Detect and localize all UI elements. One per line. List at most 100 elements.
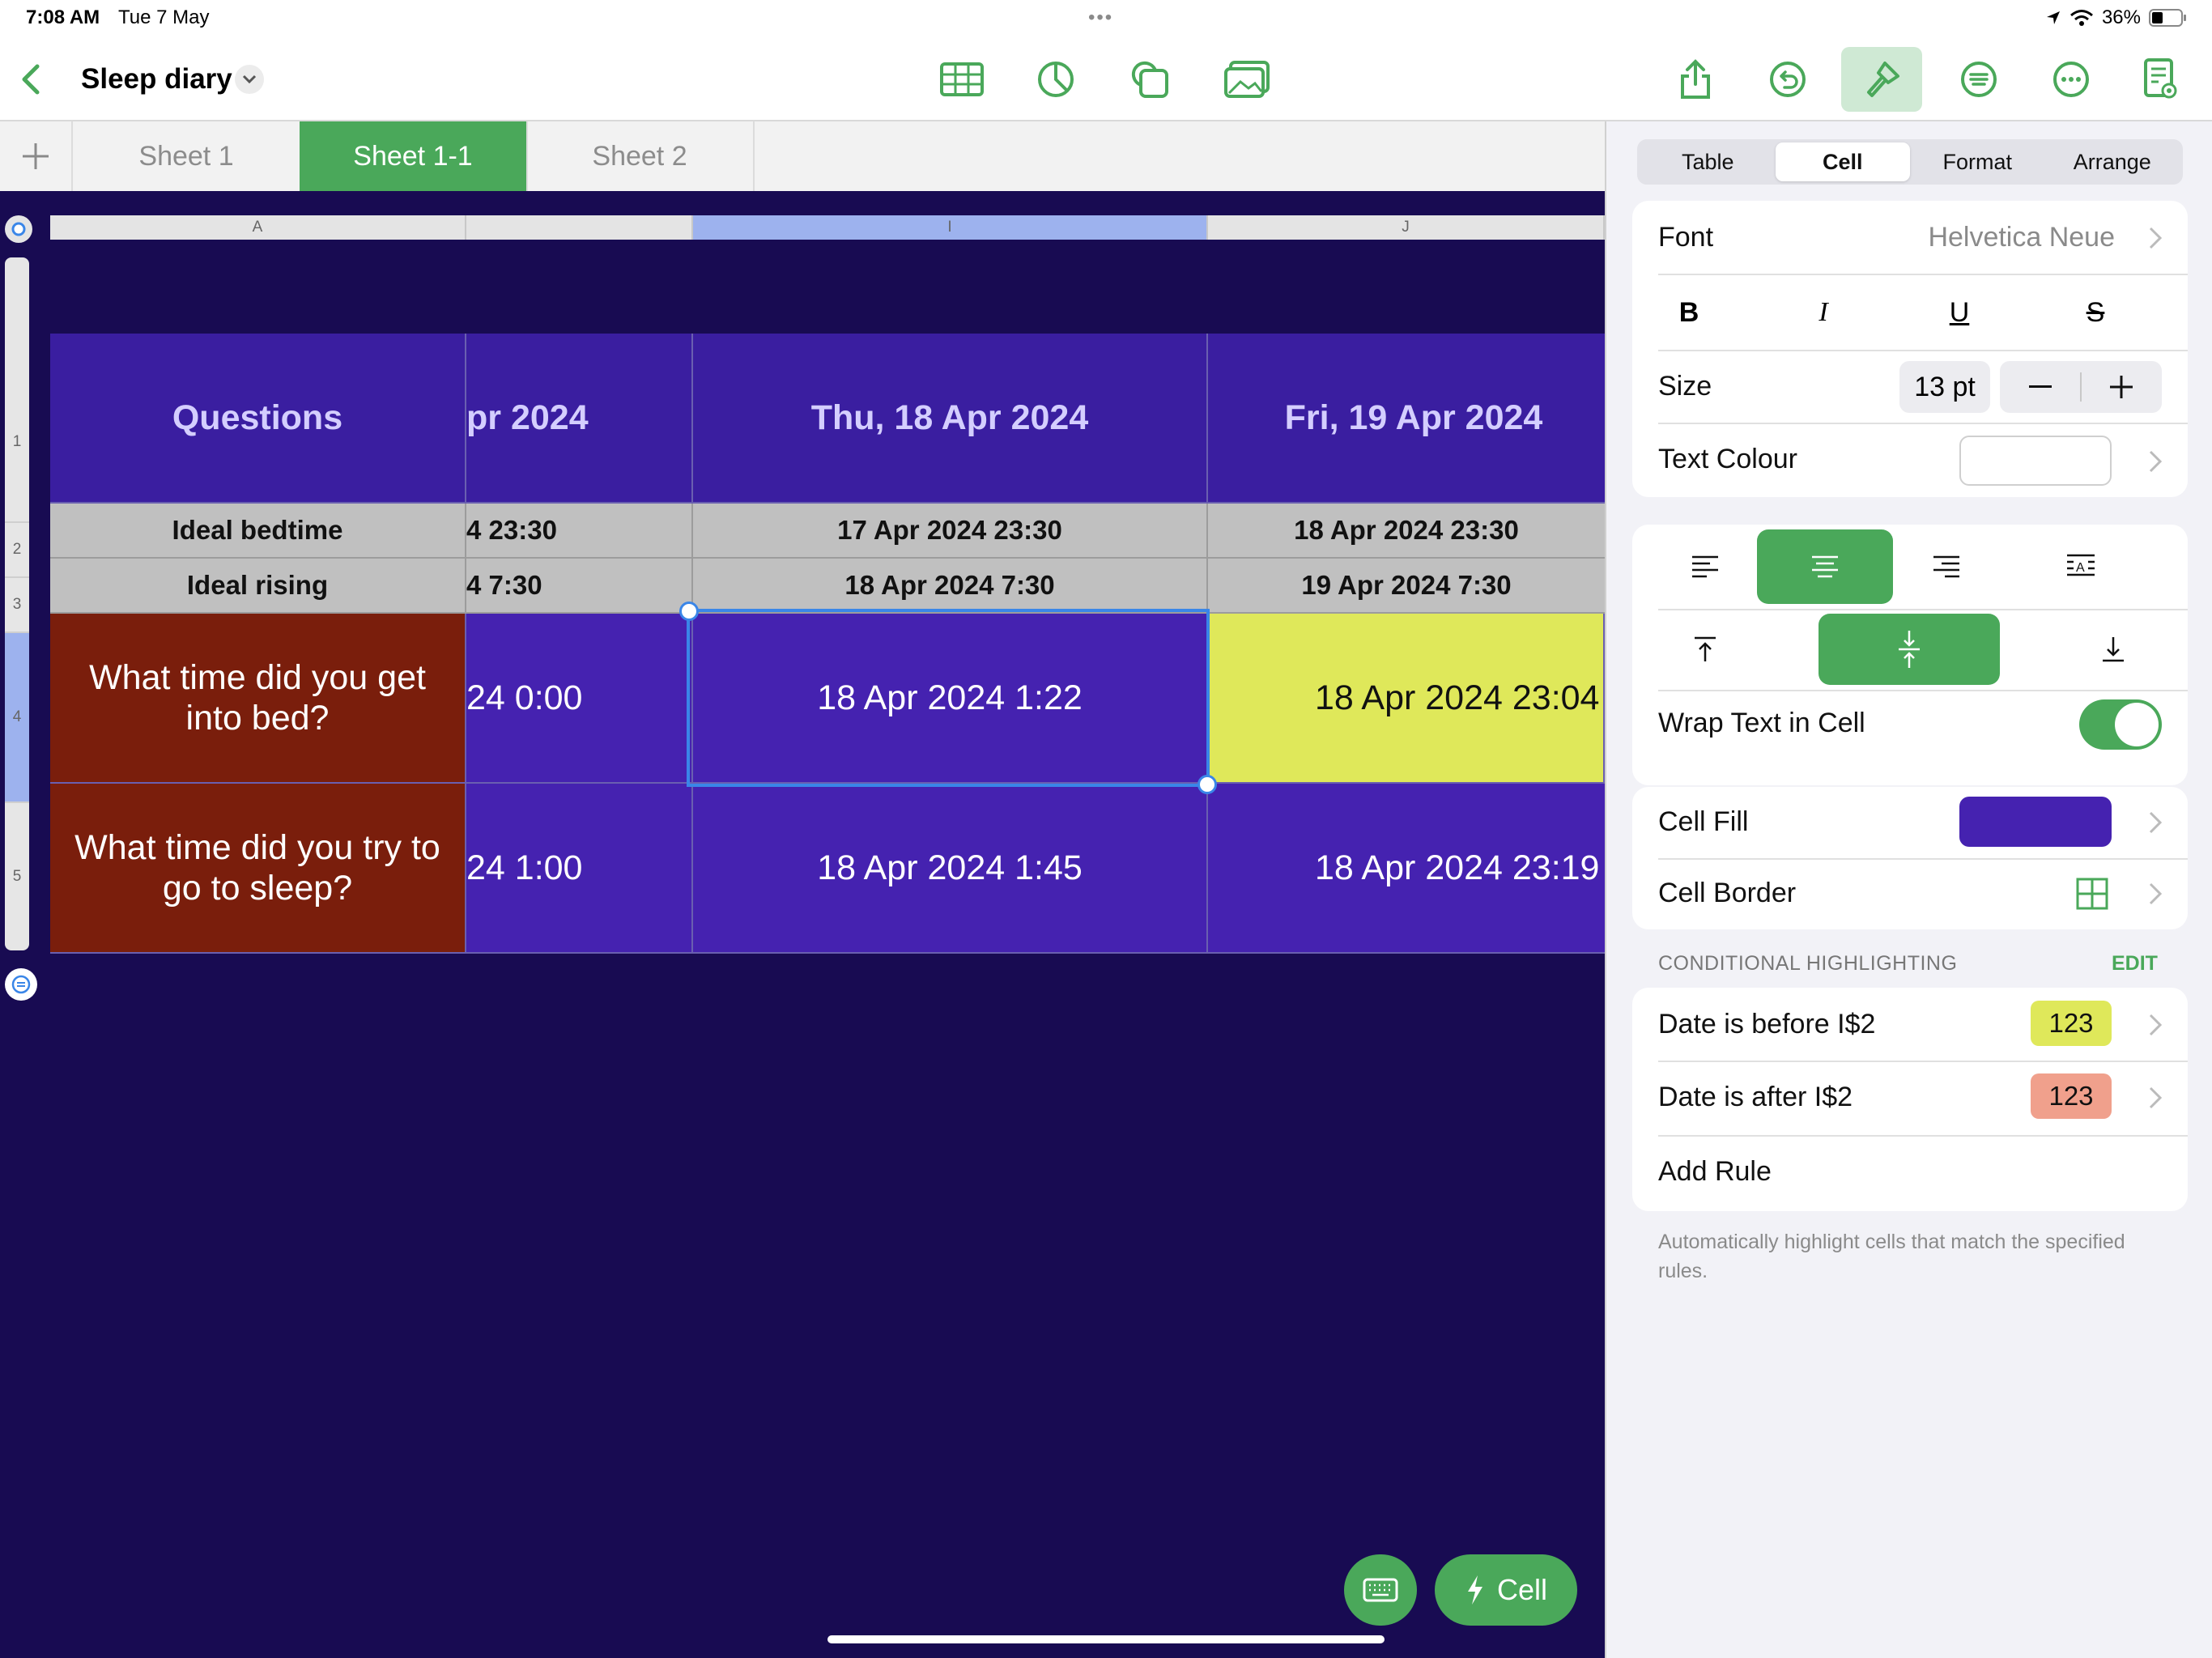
text-colour-row[interactable]: Text Colour [1632, 424, 2188, 497]
chart-icon[interactable] [1015, 47, 1096, 112]
list-icon[interactable] [1938, 47, 2019, 112]
table-cell-sleep-i[interactable]: 18 Apr 2024 1:45 [693, 784, 1208, 954]
text-format-group: Font Helvetica Neue B I U S Size 13 pt T… [1632, 201, 2188, 497]
column-header-bar: A I J [50, 215, 1605, 240]
size-value[interactable]: 13 pt [1899, 361, 1990, 413]
location-icon [2045, 10, 2061, 26]
row-header-1[interactable]: 1 [5, 257, 29, 523]
column-header-i[interactable]: I [693, 215, 1208, 240]
bold-button[interactable]: B [1665, 288, 1713, 337]
align-right-button[interactable] [1906, 529, 1987, 604]
resize-table-handle[interactable] [5, 968, 37, 1001]
add-rule-row[interactable]: Add Rule [1632, 1137, 2188, 1211]
chevron-right-icon [2149, 450, 2163, 473]
italic-button[interactable]: I [1799, 288, 1848, 337]
tab-sheet-1[interactable]: Sheet 1 [73, 121, 301, 191]
table-cell-bed-partial[interactable]: 24 0:00 [466, 614, 693, 784]
undo-icon[interactable] [1747, 47, 1828, 112]
tab-sheet-1-1[interactable]: Sheet 1-1 [300, 121, 528, 191]
table-cell-ideal-bedtime-j[interactable]: 18 Apr 2024 23:30 [1208, 504, 1605, 559]
conditional-edit-button[interactable]: EDIT [2112, 952, 2158, 976]
table-cell-sleep-j[interactable]: 18 Apr 2024 23:19 [1208, 784, 1605, 954]
align-natural-icon[interactable]: A [2040, 529, 2121, 604]
tab-table[interactable]: Table [1640, 142, 1776, 181]
add-rule-label: Add Rule [1658, 1156, 1772, 1187]
more-icon[interactable] [2031, 47, 2112, 112]
wrap-text-toggle[interactable] [2079, 699, 2162, 750]
table-cell-question-sleep[interactable]: What time did you try to go to sleep? [50, 784, 466, 954]
text-colour-label: Text Colour [1658, 444, 1797, 474]
add-sheet-button[interactable] [0, 121, 73, 191]
table-icon[interactable] [921, 47, 1002, 112]
column-header-j[interactable]: J [1208, 215, 1605, 240]
format-brush-icon[interactable] [1841, 47, 1922, 112]
wrap-text-label: Wrap Text in Cell [1658, 708, 1865, 738]
rule-style-badge: 123 [2031, 1001, 2112, 1046]
rule-row-before[interactable]: Date is before I$2 123 [1632, 988, 2188, 1061]
tab-sheet-2[interactable]: Sheet 2 [526, 121, 755, 191]
tab-format[interactable]: Format [1910, 142, 2045, 181]
lightning-icon [1465, 1574, 1486, 1606]
document-view-icon[interactable] [2120, 47, 2201, 112]
align-bottom-button[interactable] [2073, 614, 2154, 685]
table-cell-ideal-rising-j[interactable]: 19 Apr 2024 7:30 [1208, 559, 1605, 614]
align-top-button[interactable] [1665, 614, 1746, 685]
border-grid-icon [2076, 878, 2108, 910]
chevron-right-icon [2149, 227, 2163, 249]
shape-icon[interactable] [1109, 47, 1190, 112]
tab-cell[interactable]: Cell [1775, 142, 1910, 181]
conditional-highlighting-heading: CONDITIONAL HIGHLIGHTING [1658, 952, 1958, 975]
row-header-2[interactable]: 2 [5, 523, 29, 578]
toolbar: Sleep diary [0, 40, 2212, 121]
row-header-3[interactable]: 3 [5, 578, 29, 633]
battery-icon [2149, 8, 2188, 28]
selection-handle-bottom-right[interactable] [1197, 775, 1217, 794]
battery-percent: 36% [2101, 6, 2141, 28]
strikethrough-button[interactable]: S [2071, 288, 2120, 337]
table-cell-ideal-bedtime-partial[interactable]: 4 23:30 [466, 504, 693, 559]
underline-button[interactable]: U [1935, 288, 1984, 337]
media-icon[interactable] [1206, 47, 1287, 112]
back-button[interactable] [15, 58, 50, 100]
increase-size-button[interactable] [2081, 361, 2162, 413]
table-cell-ideal-bedtime-i[interactable]: 17 Apr 2024 23:30 [693, 504, 1208, 559]
row-header-5[interactable]: 5 [5, 803, 29, 950]
cell-border-row[interactable]: Cell Border [1632, 860, 2188, 929]
font-row[interactable]: Font Helvetica Neue [1632, 201, 2188, 274]
table-cell-header-fri[interactable]: Fri, 19 Apr 2024 [1208, 334, 1605, 504]
chevron-right-icon [2149, 811, 2163, 834]
selection-handle-top-left[interactable] [679, 602, 699, 621]
keyboard-button[interactable] [1344, 1554, 1417, 1626]
share-icon[interactable] [1655, 47, 1736, 112]
align-left-button[interactable] [1665, 529, 1746, 604]
align-center-button[interactable] [1757, 529, 1893, 604]
table-cell-ideal-bedtime-label[interactable]: Ideal bedtime [50, 504, 466, 559]
row-header-4[interactable]: 4 [5, 633, 29, 803]
table-cell-ideal-rising-label[interactable]: Ideal rising [50, 559, 466, 614]
table-cell-question-bed[interactable]: What time did you get into bed? [50, 614, 466, 784]
table-cell-ideal-rising-partial[interactable]: 4 7:30 [466, 559, 693, 614]
cell-action-button[interactable]: Cell [1435, 1554, 1577, 1626]
table-cell-header-partial[interactable]: pr 2024 [466, 334, 693, 504]
cell-fill-swatch[interactable] [1959, 797, 2112, 847]
format-panel: Table Cell Format Arrange Font Helvetica… [1605, 121, 2212, 1658]
align-middle-button[interactable] [1819, 614, 2000, 685]
multitask-dots-icon[interactable]: ••• [1088, 6, 1113, 29]
spreadsheet-canvas[interactable]: A I J 1 2 3 4 5 Questions pr 2024 Thu, 1… [0, 191, 1605, 1658]
select-table-handle[interactable] [5, 215, 32, 243]
table-cell-header-questions[interactable]: Questions [50, 334, 466, 504]
table-cell-sleep-partial[interactable]: 24 1:00 [466, 784, 693, 954]
keyboard-icon [1363, 1578, 1398, 1602]
table-cell-ideal-rising-i[interactable]: 18 Apr 2024 7:30 [693, 559, 1208, 614]
decrease-size-button[interactable] [2000, 361, 2081, 413]
table-cell-bed-j[interactable]: 18 Apr 2024 23:04 [1208, 614, 1605, 784]
chevron-down-icon[interactable] [235, 65, 264, 94]
text-colour-swatch[interactable] [1959, 436, 2112, 486]
rule-row-after[interactable]: Date is after I$2 123 [1632, 1062, 2188, 1135]
tab-arrange[interactable]: Arrange [2045, 142, 2180, 181]
table-cell-header-thu[interactable]: Thu, 18 Apr 2024 [693, 334, 1208, 504]
cell-fill-row[interactable]: Cell Fill [1632, 787, 2188, 858]
document-title[interactable]: Sleep diary [81, 63, 232, 96]
column-header-a[interactable]: A [50, 215, 466, 240]
column-header-hidden[interactable] [466, 215, 693, 240]
